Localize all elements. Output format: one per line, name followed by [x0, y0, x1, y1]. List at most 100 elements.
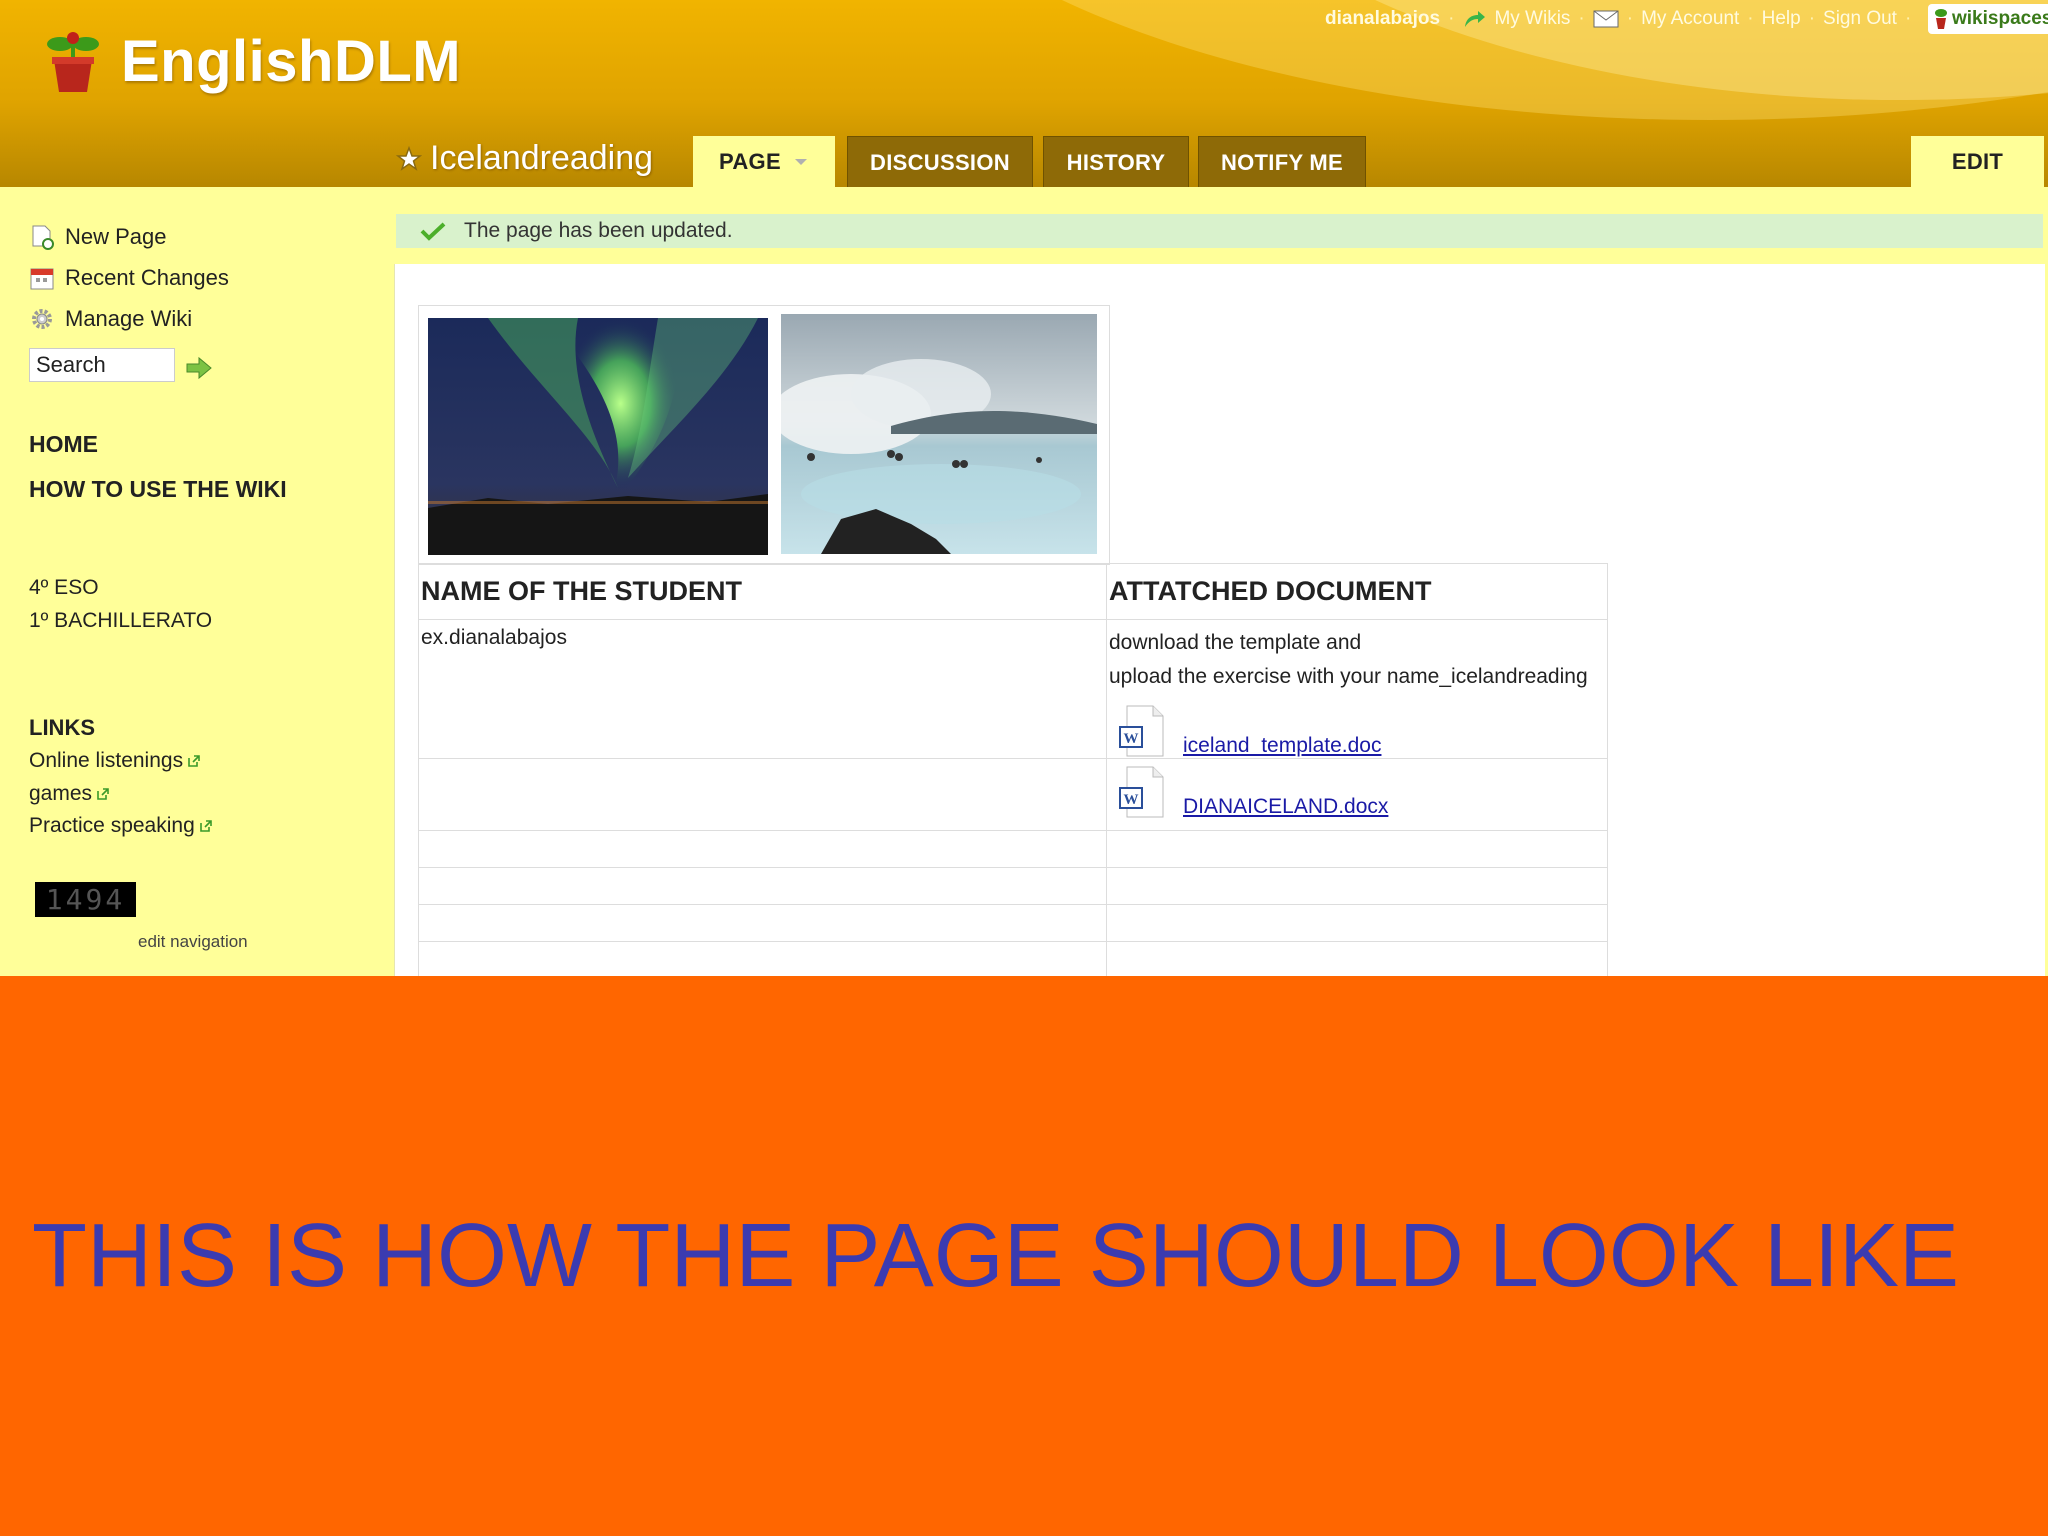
- link-practice-speaking[interactable]: Practice speaking: [29, 814, 213, 838]
- attachment: W DIANAICELAND.docx: [1117, 765, 1605, 819]
- empty-cell: [1106, 830, 1608, 868]
- manage-wiki-label: Manage Wiki: [65, 306, 193, 331]
- gear-icon: [32, 309, 52, 329]
- tab-page[interactable]: PAGE: [693, 136, 835, 187]
- calendar-icon: [30, 268, 54, 290]
- new-page-link[interactable]: New Page: [29, 224, 167, 250]
- flower-pot-logo-icon: [47, 32, 99, 92]
- link-label: games: [29, 782, 93, 805]
- external-link-icon: [188, 755, 200, 767]
- table-row: [418, 867, 1608, 905]
- nav-how-to-link[interactable]: HOW TO USE THE WIKI: [29, 476, 287, 503]
- empty-cell: [1106, 867, 1608, 905]
- wikispaces-logo-icon: [1935, 9, 1947, 29]
- help-link[interactable]: Help: [1762, 8, 1801, 30]
- visit-counter: 1494: [35, 882, 136, 917]
- sign-out-link[interactable]: Sign Out: [1823, 8, 1897, 30]
- empty-cell: [418, 830, 1107, 868]
- external-link-icon: [97, 788, 109, 800]
- wiki-screenshot: EnglishDLM dianalabajos · My Wikis · · M…: [0, 0, 2048, 976]
- student-name-cell: ex.dianalabajos: [418, 619, 1107, 759]
- photo-strip: [418, 305, 1110, 565]
- tab-discussion[interactable]: DISCUSSION: [847, 136, 1033, 187]
- edit-button[interactable]: EDIT: [1911, 136, 2044, 187]
- separator: ·: [1808, 8, 1816, 29]
- tab-discussion-label: DISCUSSION: [870, 149, 1010, 175]
- recent-changes-link[interactable]: Recent Changes: [29, 265, 229, 291]
- instruction-line: download the template and: [1109, 631, 1362, 654]
- students-table: NAME OF THE STUDENT ATTATCHED DOCUMENT e…: [418, 563, 1608, 976]
- nav-bachillerato-link[interactable]: 1º BACHILLERATO: [29, 609, 212, 633]
- link-online-listenings[interactable]: Online listenings: [29, 749, 201, 773]
- recent-changes-label: Recent Changes: [65, 265, 229, 290]
- chevron-down-icon[interactable]: [793, 157, 809, 167]
- column-header: ATTATCHED DOCUMENT: [1106, 563, 1608, 620]
- wikispaces-badge[interactable]: wikispaces: [1928, 4, 2048, 34]
- star-icon[interactable]: [396, 145, 422, 172]
- page-title: Icelandreading: [396, 139, 653, 178]
- top-links: dianalabajos · My Wikis · · My Account ·…: [1325, 8, 1911, 30]
- new-page-label: New Page: [65, 224, 167, 249]
- notice-text: The page has been updated.: [464, 219, 733, 242]
- separator: ·: [1448, 8, 1455, 29]
- username-link[interactable]: dianalabajos: [1325, 8, 1440, 30]
- document-cell: download the template and upload the exe…: [1106, 619, 1608, 759]
- empty-cell: [418, 941, 1107, 976]
- separator: ·: [1578, 8, 1585, 29]
- mail-icon[interactable]: [1593, 10, 1619, 28]
- edit-button-label: EDIT: [1951, 148, 2004, 174]
- table-header-row: NAME OF THE STUDENT ATTATCHED DOCUMENT: [418, 563, 1608, 620]
- table-row: [418, 904, 1608, 942]
- nav-home-link[interactable]: HOME: [29, 431, 98, 458]
- aurora-photo: [428, 318, 768, 555]
- svg-text:W: W: [1124, 731, 1139, 747]
- link-label: Practice speaking: [29, 814, 195, 837]
- word-document-icon: W: [1119, 766, 1164, 818]
- word-document-icon: W: [1119, 705, 1164, 757]
- empty-cell: [418, 867, 1107, 905]
- search-go-arrow-icon[interactable]: [185, 356, 213, 380]
- separator: ·: [1904, 8, 1912, 29]
- header: EnglishDLM dianalabajos · My Wikis · · M…: [0, 0, 2048, 187]
- table-row: [418, 941, 1608, 976]
- table-row: ex.dianalabajos download the template an…: [418, 619, 1608, 759]
- template-document-link[interactable]: iceland_template.doc: [1183, 734, 1381, 758]
- tab-page-label: PAGE: [719, 148, 781, 174]
- checkmark-icon: [420, 222, 446, 241]
- manage-wiki-link[interactable]: Manage Wiki: [29, 306, 192, 332]
- page-title-text: Icelandreading: [430, 139, 654, 177]
- my-wikis-arrow-icon: [1465, 11, 1486, 27]
- edit-navigation-link[interactable]: edit navigation: [138, 932, 248, 952]
- student-name-cell: [418, 758, 1107, 831]
- slide-caption: THIS IS HOW THE PAGE SHOULD LOOK LIKE: [32, 1206, 1960, 1306]
- table-row: [418, 830, 1608, 868]
- my-wikis-link[interactable]: My Wikis: [1494, 8, 1570, 30]
- empty-cell: [1106, 904, 1608, 942]
- link-label: Online listenings: [29, 749, 184, 772]
- attachment: W iceland_template.doc: [1117, 704, 1605, 758]
- site-brand[interactable]: EnglishDLM: [121, 28, 461, 95]
- link-games[interactable]: games: [29, 782, 110, 806]
- update-notice: The page has been updated.: [396, 214, 2043, 248]
- document-cell: W DIANAICELAND.docx: [1106, 758, 1608, 831]
- my-account-link[interactable]: My Account: [1641, 8, 1739, 30]
- tab-notify-label: NOTIFY ME: [1220, 149, 1344, 175]
- separator: ·: [1626, 8, 1634, 29]
- instruction-line: upload the exercise with your name_icela…: [1109, 665, 1588, 688]
- column-header: NAME OF THE STUDENT: [418, 563, 1107, 620]
- tab-history-label: HISTORY: [1066, 149, 1166, 175]
- tab-history[interactable]: HISTORY: [1043, 136, 1189, 187]
- table-row: W DIANAICELAND.docx: [418, 758, 1608, 831]
- wikispaces-label: wikispaces: [1952, 8, 2048, 29]
- empty-cell: [1106, 941, 1608, 976]
- svg-text:W: W: [1124, 792, 1139, 808]
- blue-lagoon-photo: [781, 314, 1097, 554]
- student-document-link[interactable]: DIANAICELAND.docx: [1183, 795, 1388, 819]
- links-heading: LINKS: [29, 715, 95, 740]
- empty-cell: [418, 904, 1107, 942]
- new-page-icon: [32, 225, 54, 250]
- search-input[interactable]: Search: [29, 348, 175, 382]
- external-link-icon: [199, 820, 212, 832]
- tab-notify-me[interactable]: NOTIFY ME: [1198, 136, 1366, 187]
- nav-eso-link[interactable]: 4º ESO: [29, 576, 99, 600]
